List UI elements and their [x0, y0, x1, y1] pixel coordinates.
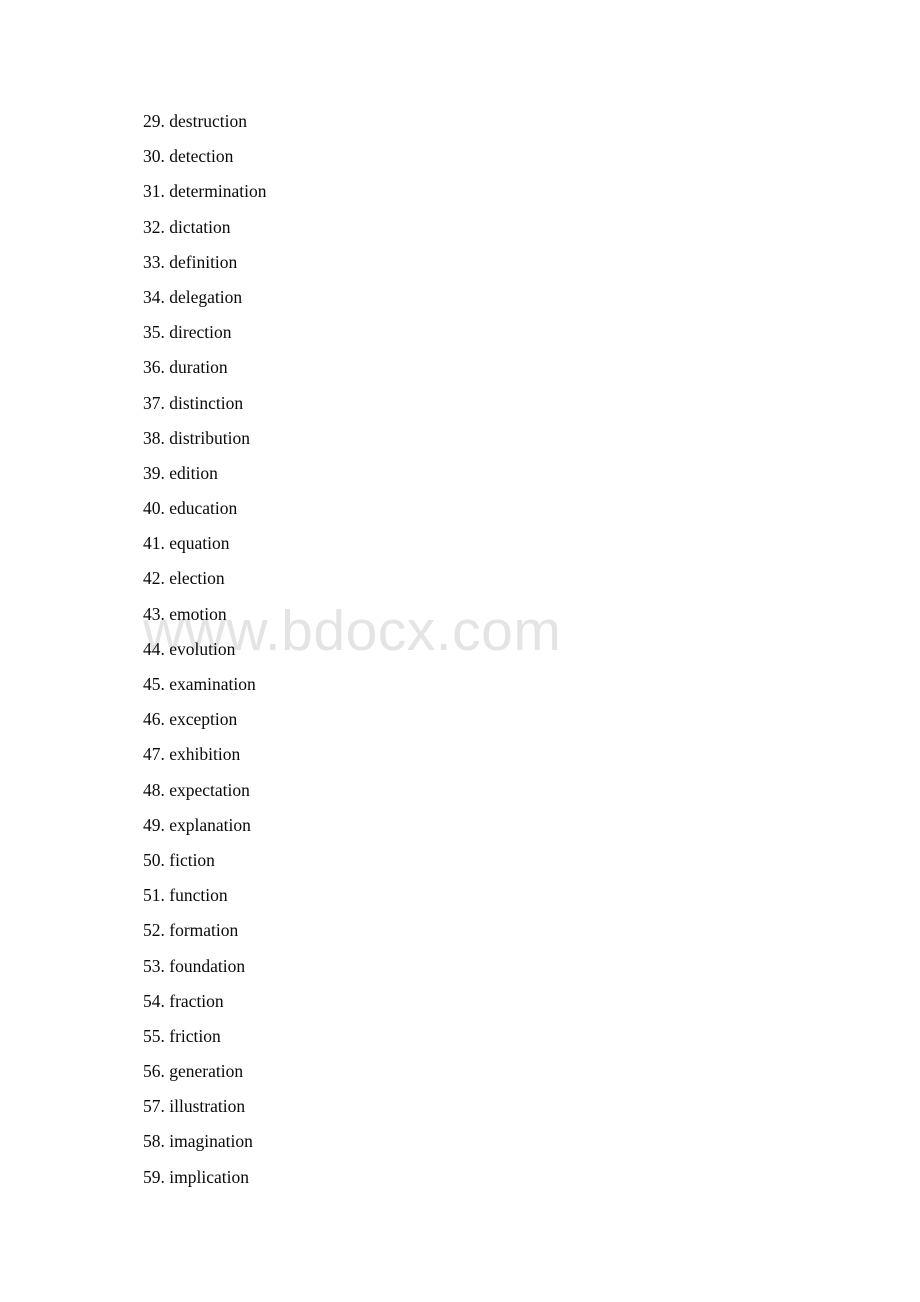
list-item: 51. function — [143, 882, 843, 917]
list-item: 39. edition — [143, 460, 843, 495]
list-item: 53. foundation — [143, 953, 843, 988]
list-item-word: implication — [169, 1166, 249, 1187]
list-item-number: 59. — [143, 1166, 165, 1187]
list-item-number: 29. — [143, 111, 165, 131]
list-item-number: 40. — [143, 498, 165, 519]
list-item: 49. explanation — [143, 812, 843, 847]
list-item: 36. duration — [143, 354, 843, 389]
list-item-number: 37. — [143, 392, 165, 413]
list-item: 33. definition — [143, 249, 843, 284]
list-item-word: generation — [169, 1061, 244, 1082]
list-item-word: destruction — [169, 111, 248, 131]
list-item-word: illustration — [169, 1096, 246, 1117]
list-item-word: imagination — [169, 1131, 253, 1152]
list-item-number: 57. — [143, 1096, 165, 1117]
list-item-number: 39. — [143, 462, 165, 483]
list-item-word: election — [169, 568, 225, 589]
list-item-number: 30. — [143, 146, 165, 167]
list-item: 37. distinction — [143, 390, 843, 425]
list-item: 29. destruction — [143, 108, 843, 143]
list-item: 41. equation — [143, 530, 843, 565]
list-item-word: edition — [169, 462, 218, 483]
list-item-word: duration — [169, 357, 228, 378]
list-item-number: 43. — [143, 603, 165, 624]
list-item-word: friction — [169, 1025, 221, 1046]
list-item-word: determination — [169, 181, 267, 202]
list-item: 50. fiction — [143, 847, 843, 882]
list-item: 52. formation — [143, 917, 843, 952]
list-item-number: 45. — [143, 674, 165, 694]
list-item-number: 53. — [143, 955, 165, 976]
list-item-number: 32. — [143, 216, 165, 237]
list-item: 35. direction — [143, 319, 843, 354]
list-item-word: direction — [169, 322, 232, 343]
list-item: 40. education — [143, 495, 843, 530]
list-item-number: 58. — [143, 1131, 165, 1152]
list-item-word: expectation — [169, 779, 250, 800]
list-item-word: equation — [169, 533, 230, 554]
list-item-number: 48. — [143, 779, 165, 800]
list-item-number: 46. — [143, 709, 165, 730]
list-item: 32. dictation — [143, 214, 843, 249]
list-item-word: fraction — [169, 990, 224, 1011]
list-item: 57. illustration — [143, 1093, 843, 1128]
list-item-word: fiction — [169, 849, 215, 870]
list-item-number: 55. — [143, 1025, 165, 1046]
list-item-word: distinction — [169, 392, 244, 413]
list-item-number: 34. — [143, 286, 165, 307]
list-item: 45. examination — [143, 671, 843, 706]
list-item-number: 44. — [143, 638, 165, 659]
list-item-number: 47. — [143, 744, 165, 765]
list-item: 31. determination — [143, 178, 843, 213]
list-item-number: 31. — [143, 181, 165, 202]
list-item-word: dictation — [169, 216, 231, 237]
list-item: 43. emotion — [143, 601, 843, 636]
list-item-number: 38. — [143, 427, 165, 448]
list-item-word: formation — [169, 920, 239, 941]
list-item-number: 35. — [143, 322, 165, 343]
list-item-word: examination — [169, 674, 256, 694]
list-item-number: 33. — [143, 251, 165, 272]
list-item-word: education — [169, 498, 238, 519]
list-item-word: delegation — [169, 286, 243, 307]
list-item: 42. election — [143, 565, 843, 600]
list-item: 58. imagination — [143, 1128, 843, 1163]
list-item-number: 50. — [143, 849, 165, 870]
list-item-number: 54. — [143, 990, 165, 1011]
list-item-word: exception — [169, 709, 238, 730]
list-item: 48. expectation — [143, 777, 843, 812]
list-item-word: foundation — [169, 955, 246, 976]
list-item: 56. generation — [143, 1058, 843, 1093]
list-item-word: function — [169, 885, 228, 906]
list-item: 47. exhibition — [143, 741, 843, 776]
list-item-number: 51. — [143, 885, 165, 906]
list-item-number: 49. — [143, 814, 165, 835]
list-item: 54. fraction — [143, 988, 843, 1023]
list-item-number: 41. — [143, 533, 165, 554]
list-item-word: emotion — [169, 603, 227, 624]
list-item-word: exhibition — [169, 744, 241, 765]
list-item: 34. delegation — [143, 284, 843, 319]
list-item-number: 42. — [143, 568, 165, 589]
list-item-word: evolution — [169, 638, 236, 659]
list-item: 44. evolution — [143, 636, 843, 671]
list-item-number: 36. — [143, 357, 165, 378]
list-item-number: 52. — [143, 920, 165, 941]
list-item: 59. implication — [143, 1164, 843, 1199]
list-item-word: distribution — [169, 427, 250, 448]
list-item-word: definition — [169, 251, 238, 272]
list-item: 46. exception — [143, 706, 843, 741]
list-item: 30. detection — [143, 143, 843, 178]
list-item-word: detection — [169, 146, 234, 167]
list-item: 55. friction — [143, 1023, 843, 1058]
numbered-word-list: 29. destruction 30. detection 31. determin… — [143, 108, 843, 1199]
list-item: 38. distribution — [143, 425, 843, 460]
document-page: www.bdocx.com 29. destruction 30. detecti… — [0, 0, 920, 1302]
list-item-word: explanation — [169, 814, 251, 835]
list-item-number: 56. — [143, 1061, 165, 1082]
